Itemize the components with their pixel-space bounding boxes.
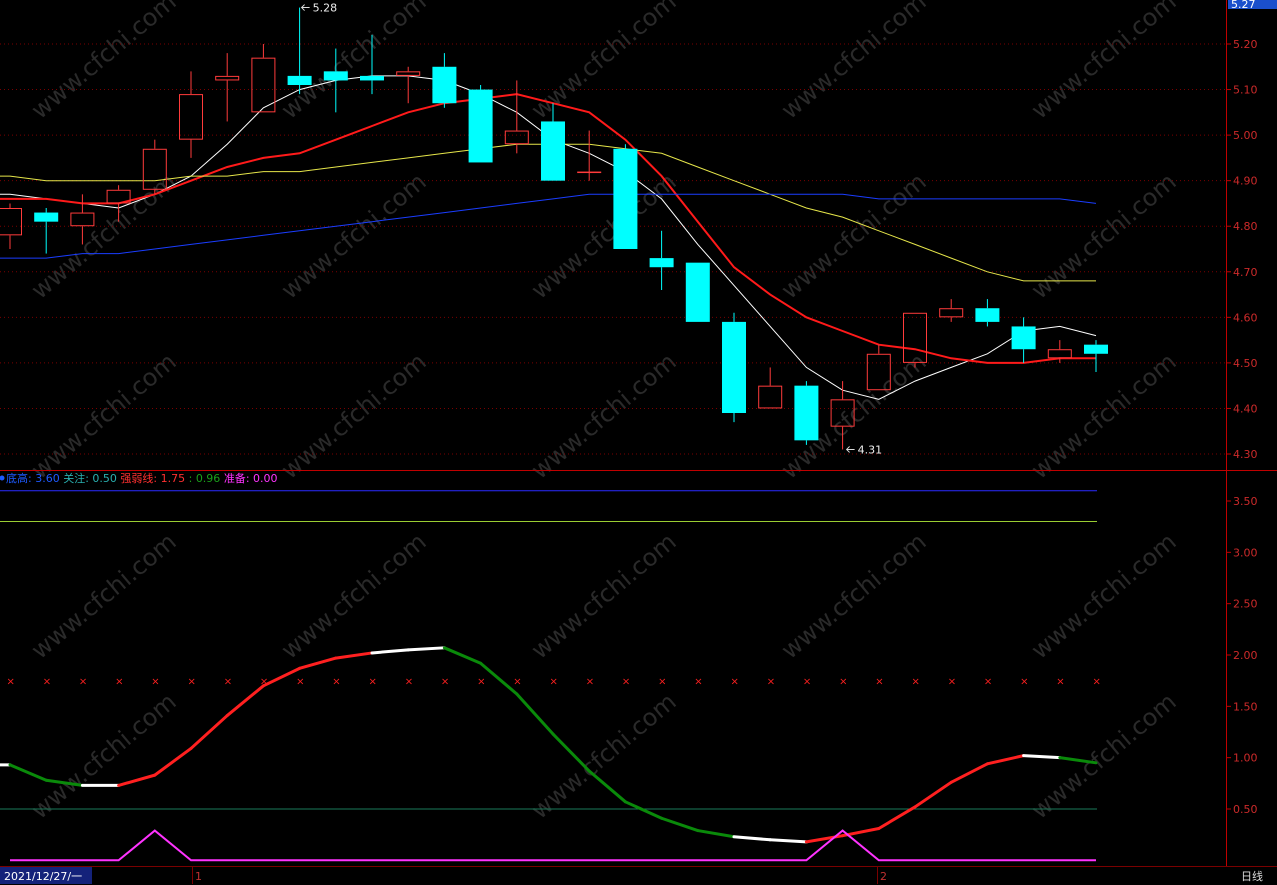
legend-label-focus: 关注	[63, 471, 85, 485]
indicator-tick-label: 1.50	[1233, 700, 1258, 713]
month-label-1: 1	[195, 870, 202, 883]
candle-body	[1084, 344, 1108, 354]
x-marker: ×	[188, 677, 196, 688]
candle-body	[468, 89, 493, 163]
candle	[794, 381, 819, 445]
candle-body	[577, 171, 602, 174]
price-tick-label: 4.40	[1233, 402, 1258, 415]
x-marker: ×	[513, 677, 521, 688]
candle-body	[1011, 326, 1036, 350]
price-tick-label: 4.60	[1233, 311, 1258, 324]
candle	[685, 262, 710, 322]
candle-body	[975, 308, 1000, 322]
x-marker: ×	[405, 677, 413, 688]
chart-canvas: www.cfchi.com www.cfchi.com www.cfchi.com w…	[0, 0, 1277, 885]
x-marker: ×	[224, 677, 232, 688]
candle-body	[649, 258, 674, 268]
price-tick-label: 5.00	[1233, 129, 1258, 142]
x-marker: ×	[622, 677, 630, 688]
indicator-tick-label: 3.50	[1233, 495, 1258, 508]
candle	[613, 144, 638, 249]
legend-value-strength: 1.75	[161, 472, 186, 485]
indicator-legend: 底高: 3.60 关注: 0.50 强弱线: 1.75 : 0.96 准备: 0…	[0, 471, 278, 485]
x-marker: ×	[332, 677, 340, 688]
x-marker: ×	[839, 677, 847, 688]
x-marker: ×	[1093, 677, 1101, 688]
legend-value-focus: 0.50	[92, 472, 117, 485]
x-marker: ×	[1056, 677, 1064, 688]
price-tick-label: 4.90	[1233, 175, 1258, 188]
candle-body	[432, 66, 457, 104]
current-price-label: 5.27	[1231, 0, 1256, 11]
indicator-tick-label: 2.50	[1233, 598, 1258, 611]
indicator-tick-label: 3.00	[1233, 546, 1258, 559]
price-tick-label: 4.30	[1233, 448, 1258, 461]
candle-body	[722, 321, 746, 413]
legend-label-strength: 强弱线	[120, 471, 153, 485]
x-marker: ×	[875, 677, 883, 688]
candle-body	[794, 385, 819, 441]
x-marker: ×	[803, 677, 811, 688]
low-annotation: 4.31	[858, 443, 883, 456]
legend-value-prep: 0.00	[253, 472, 278, 485]
price-tick-label: 5.20	[1233, 38, 1258, 51]
candle-body	[613, 148, 638, 249]
strength-line-segment	[1022, 754, 1062, 760]
price-tick-label: 4.70	[1233, 266, 1258, 279]
x-marker: ×	[550, 677, 558, 688]
high-annotation: 5.28	[313, 2, 338, 15]
x-marker: ×	[984, 677, 992, 688]
legend-label-bottom-high: 底高	[6, 471, 28, 485]
legend-value-green: 0.96	[196, 472, 221, 485]
x-marker: ×	[296, 677, 304, 688]
x-marker: ×	[948, 677, 956, 688]
x-marker: ×	[115, 677, 123, 688]
candle-body	[541, 121, 565, 181]
x-marker: ×	[658, 677, 666, 688]
bottom-bar-bg	[0, 866, 1277, 885]
x-marker: ×	[912, 677, 920, 688]
bottom-bar: 2021/12/27/一 1 2 日线	[0, 866, 1277, 885]
x-marker: ×	[767, 677, 775, 688]
price-tick-label: 4.50	[1233, 357, 1258, 370]
x-marker: ×	[369, 677, 377, 688]
x-marker: ×	[43, 677, 51, 688]
x-marker: ×	[694, 677, 702, 688]
price-tick-label: 5.10	[1233, 84, 1258, 97]
legend-text: 底高: 3.60 关注: 0.50 强弱线: 1.75 : 0.96 准备: 0…	[6, 471, 278, 485]
indicator-tick-label: 0.50	[1233, 803, 1258, 816]
candle	[722, 312, 746, 423]
indicator-tick-label: 1.00	[1233, 752, 1258, 765]
x-marker: ×	[731, 677, 739, 688]
indicator-tick-label: 2.00	[1233, 649, 1258, 662]
x-marker: ×	[586, 677, 594, 688]
candle-body	[360, 75, 384, 81]
candle-body	[685, 262, 710, 322]
candle	[468, 85, 493, 163]
strength-line-segment	[406, 646, 446, 652]
date-label: 2021/12/27/一	[4, 870, 82, 883]
x-marker: ×	[1020, 677, 1028, 688]
month-label-2: 2	[880, 870, 887, 883]
x-marker: ×	[441, 677, 449, 688]
strength-line-segment	[768, 838, 808, 844]
x-marker: ×	[7, 677, 15, 688]
x-marker: ×	[151, 677, 159, 688]
legend-label-prep: 准备	[224, 471, 246, 485]
x-marker: ×	[477, 677, 485, 688]
candle-body	[287, 75, 312, 85]
candle-body	[34, 212, 59, 222]
x-marker: ×	[79, 677, 87, 688]
period-tab[interactable]: 日线	[1241, 869, 1263, 883]
legend-value-bottom-high: 3.60	[35, 472, 60, 485]
price-tick-label: 4.80	[1233, 220, 1258, 233]
candle-body	[323, 71, 348, 81]
